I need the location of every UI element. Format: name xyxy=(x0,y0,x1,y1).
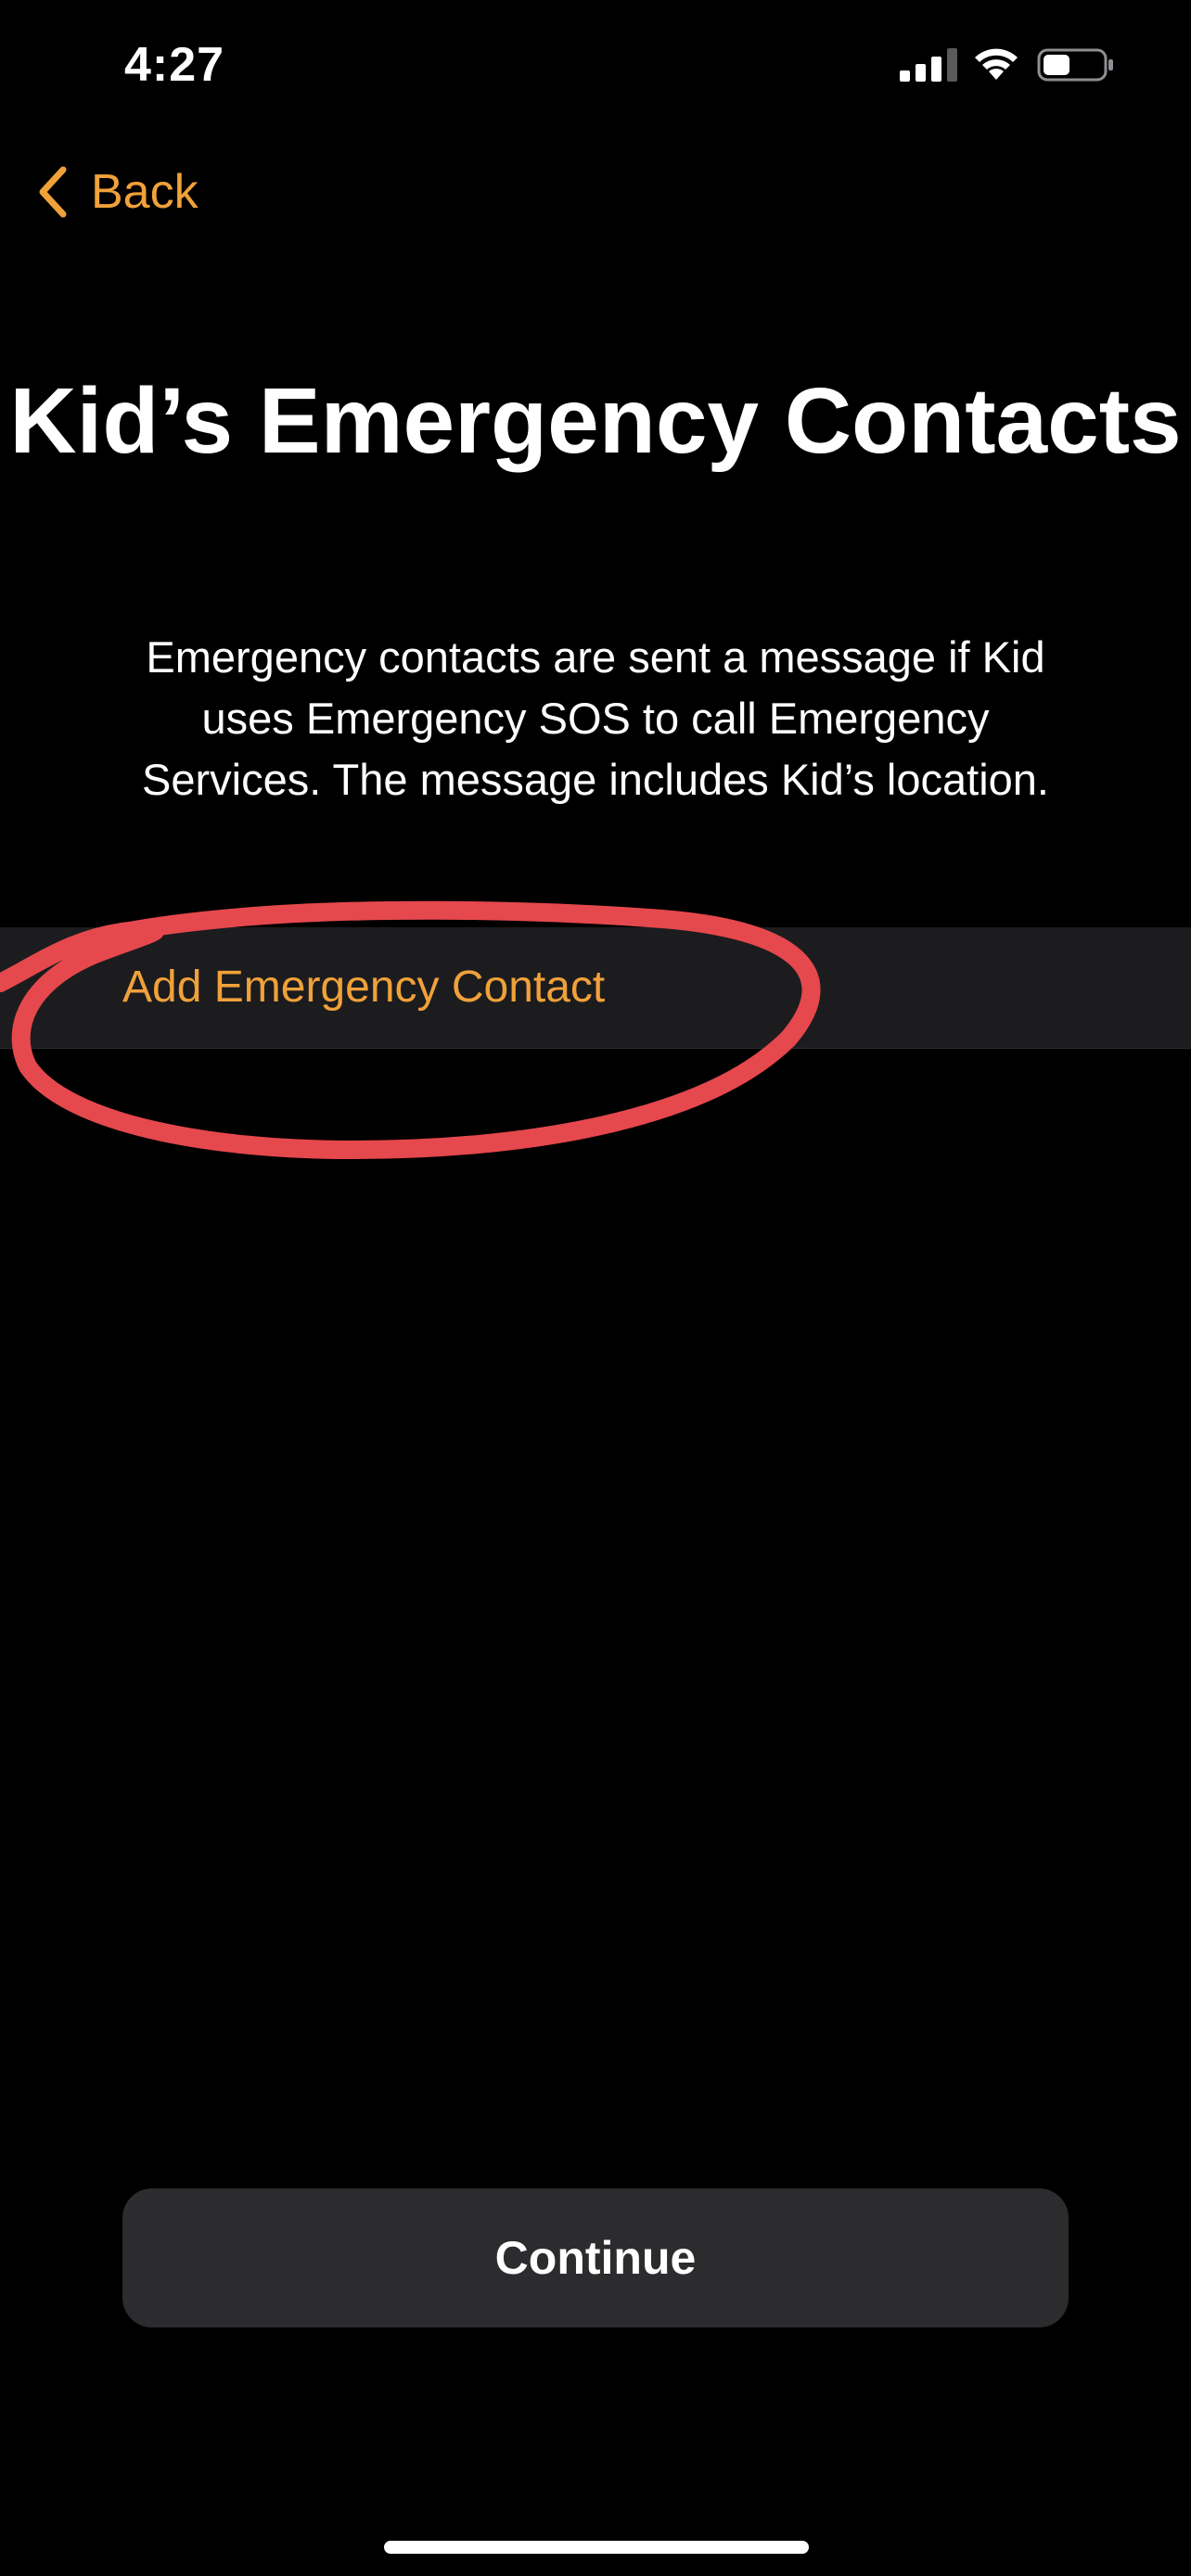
chevron-left-icon xyxy=(39,166,67,218)
continue-button[interactable]: Continue xyxy=(122,2188,1069,2327)
back-button[interactable]: Back xyxy=(33,158,198,226)
home-indicator[interactable] xyxy=(384,2541,809,2554)
status-time: 4:27 xyxy=(124,38,225,92)
page-title: Kid’s Emergency Contacts xyxy=(9,369,1182,473)
wifi-icon xyxy=(975,48,1018,80)
add-emergency-contact-button[interactable]: Add Emergency Contact xyxy=(122,927,605,1048)
back-label: Back xyxy=(91,165,198,219)
add-emergency-contact-row[interactable]: Add Emergency Contact xyxy=(0,927,1191,1049)
battery-icon xyxy=(1037,48,1113,82)
page-description: Emergency contacts are sent a message if… xyxy=(142,632,1049,804)
cellular-signal-icon xyxy=(900,48,957,82)
status-bar: 4:27 xyxy=(0,0,1191,130)
